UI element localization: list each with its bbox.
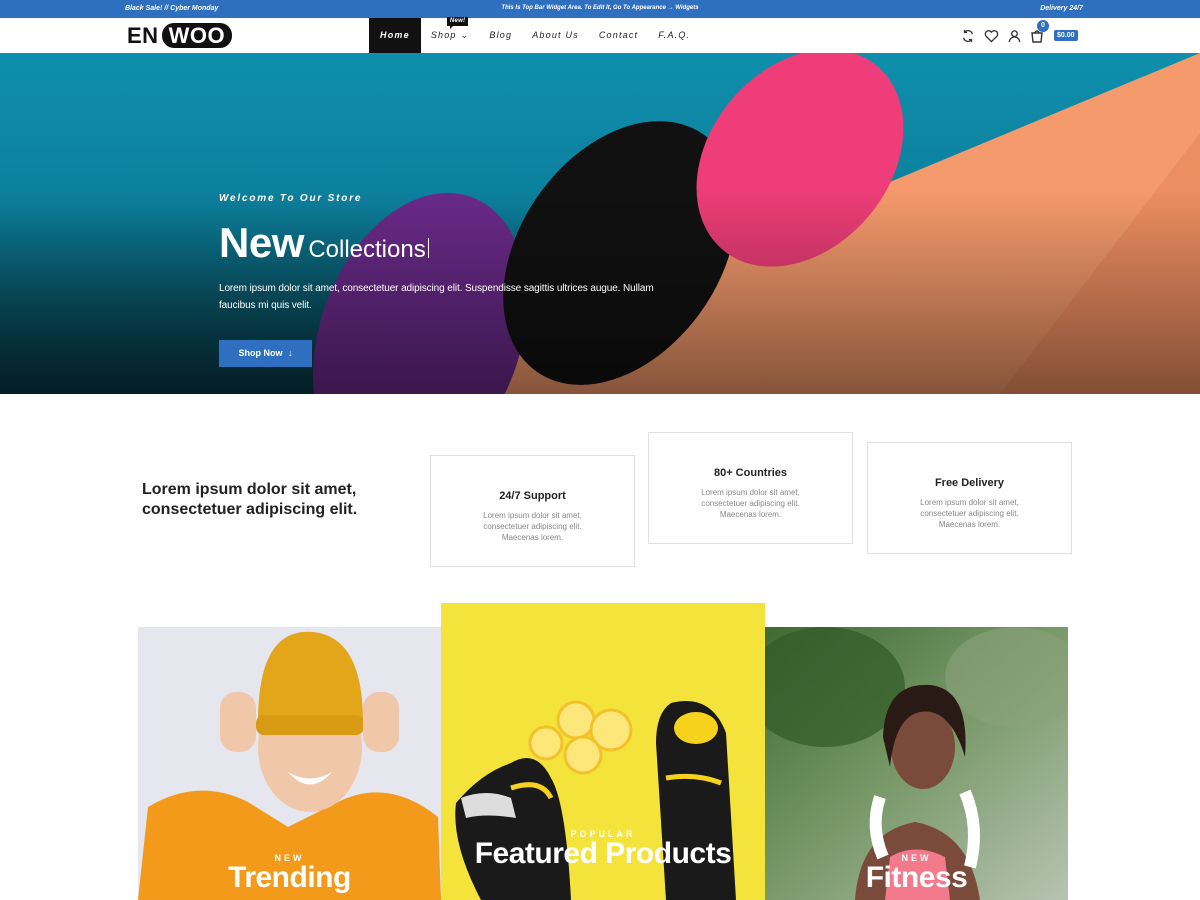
feature-text: Lorem ipsum dolor sit amet, consectetuer… [483, 511, 582, 542]
hero-subtitle: Welcome To Our Store [219, 193, 363, 204]
nav-item-shop-label: Shop [430, 30, 457, 40]
heart-icon[interactable] [983, 28, 999, 44]
category-card-featured[interactable]: POPULAR Featured Products [441, 603, 765, 900]
card-overlay: NEW Fitness [765, 853, 1068, 893]
category-card-fitness[interactable]: NEW Fitness [765, 627, 1068, 900]
nav-item-home[interactable]: Home [369, 18, 421, 53]
header-icons: 0 $0.00 [960, 18, 1078, 53]
logo-text-woo: WOO [161, 23, 233, 48]
shop-now-label: Shop Now [238, 348, 283, 358]
hero-title-new: New [219, 219, 304, 266]
compare-icon[interactable] [960, 28, 976, 44]
cart-count-badge: 0 [1037, 19, 1049, 32]
user-icon[interactable] [1006, 28, 1022, 44]
card-overlay: NEW Trending [138, 853, 441, 893]
typing-cursor [427, 238, 429, 258]
chevron-down-icon: ⌄ [460, 30, 470, 40]
nav-item-contact[interactable]: Contact [589, 18, 648, 53]
feature-text: Lorem ipsum dolor sit amet, consectetuer… [920, 498, 1019, 529]
nav-item-shop[interactable]: Shop ⌄ New! [421, 17, 480, 53]
nav-item-blog[interactable]: Blog [479, 18, 522, 53]
shop-now-button[interactable]: Shop Now ↓ [219, 340, 312, 367]
feature-text: Lorem ipsum dolor sit amet, consectetuer… [701, 488, 800, 519]
top-bar: This Is Top Bar Widget Area. To Edit It,… [0, 0, 1200, 18]
hero-title-collections: Collections [308, 236, 426, 263]
logo-text-en: EN [127, 22, 159, 48]
feature-title: Free Delivery [934, 477, 1005, 489]
site-logo[interactable]: EN WOO [127, 22, 233, 48]
features-intro: Lorem ipsum dolor sit amet, consectetuer… [142, 481, 358, 518]
cart-total[interactable]: $0.00 [1054, 30, 1078, 41]
category-card-trending[interactable]: NEW Trending [138, 627, 441, 900]
card-title: Fitness [865, 861, 968, 894]
arrow-down-icon: ↓ [288, 348, 293, 358]
feature-box-countries: 80+ Countries Lorem ipsum dolor sit amet… [648, 432, 853, 544]
card-title: Featured Products [474, 837, 732, 870]
card-title: Trending [228, 861, 351, 894]
site-header: EN WOO Home Shop ⌄ New! Blog About Us Con… [0, 17, 1200, 53]
hero-banner: Welcome To Our Store New Collections Lor… [0, 53, 1200, 394]
top-bar-delivery: Delivery 24/7 [1040, 5, 1083, 12]
hero-title: New Collections [219, 219, 429, 267]
feature-box-support: 24/7 Support Lorem ipsum dolor sit amet,… [430, 455, 635, 567]
main-nav: Home Shop ⌄ New! Blog About Us Contact F.… [369, 17, 700, 53]
hero-overlay [0, 53, 1200, 394]
hero-description: Lorem ipsum dolor sit amet, consectetuer… [219, 283, 654, 311]
nav-item-faq[interactable]: F.A.Q. [648, 18, 700, 53]
top-bar-promo: Black Sale! // Cyber Monday [125, 5, 219, 12]
feature-title: 80+ Countries [713, 467, 788, 479]
feature-box-delivery: Free Delivery Lorem ipsum dolor sit amet… [867, 442, 1072, 554]
cart-button[interactable]: 0 [1029, 19, 1049, 44]
feature-title: 24/7 Support [499, 490, 566, 502]
nav-item-about[interactable]: About Us [522, 18, 589, 53]
new-badge: New! [446, 17, 469, 29]
card-overlay: POPULAR Featured Products [441, 829, 765, 869]
